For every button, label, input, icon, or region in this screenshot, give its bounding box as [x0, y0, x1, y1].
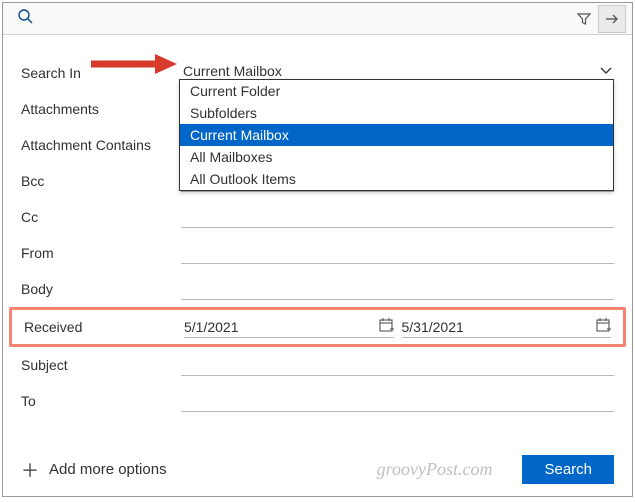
- to-input[interactable]: [181, 390, 614, 412]
- label-search-in: Search In: [21, 65, 181, 81]
- dropdown-option[interactable]: Subfolders: [180, 102, 613, 124]
- search-icon[interactable]: [9, 8, 41, 29]
- add-more-options[interactable]: ＋ Add more options: [21, 457, 167, 483]
- dropdown-option[interactable]: All Outlook Items: [180, 168, 613, 190]
- search-button[interactable]: Search: [522, 455, 614, 484]
- calendar-icon[interactable]: [379, 317, 394, 335]
- label-subject: Subject: [21, 357, 181, 373]
- calendar-icon[interactable]: [596, 317, 611, 335]
- search-in-value: Current Mailbox: [183, 63, 282, 79]
- label-attachments: Attachments: [21, 101, 181, 117]
- received-from-date[interactable]: 5/1/2021: [184, 316, 394, 338]
- subject-input[interactable]: [181, 354, 614, 376]
- dropdown-option[interactable]: Current Folder: [180, 80, 613, 102]
- received-row-highlight: Received 5/1/2021 5/31/2021: [9, 307, 626, 347]
- label-cc: Cc: [21, 209, 181, 225]
- dropdown-option[interactable]: Current Mailbox: [180, 124, 613, 146]
- received-to-date[interactable]: 5/31/2021: [402, 316, 612, 338]
- plus-icon: ＋: [21, 457, 39, 483]
- label-body: Body: [21, 281, 181, 297]
- cc-input[interactable]: [181, 206, 614, 228]
- go-arrow-icon[interactable]: [598, 5, 626, 33]
- add-more-label: Add more options: [49, 461, 167, 478]
- search-toolbar: [3, 3, 632, 35]
- received-to-value: 5/31/2021: [402, 319, 464, 335]
- chevron-down-icon: [600, 64, 612, 78]
- label-to: To: [21, 393, 181, 409]
- watermark: groovyPost.com: [377, 459, 493, 480]
- from-input[interactable]: [181, 242, 614, 264]
- label-attachment-contains: Attachment Contains: [21, 137, 181, 153]
- label-bcc: Bcc: [21, 173, 181, 189]
- received-from-value: 5/1/2021: [184, 319, 239, 335]
- dropdown-option[interactable]: All Mailboxes: [180, 146, 613, 168]
- search-input[interactable]: [41, 8, 306, 30]
- label-received: Received: [24, 319, 184, 335]
- search-in-dropdown-list: Current Folder Subfolders Current Mailbo…: [179, 79, 614, 191]
- label-from: From: [21, 245, 181, 261]
- body-input[interactable]: [181, 278, 614, 300]
- filter-icon[interactable]: [570, 5, 598, 33]
